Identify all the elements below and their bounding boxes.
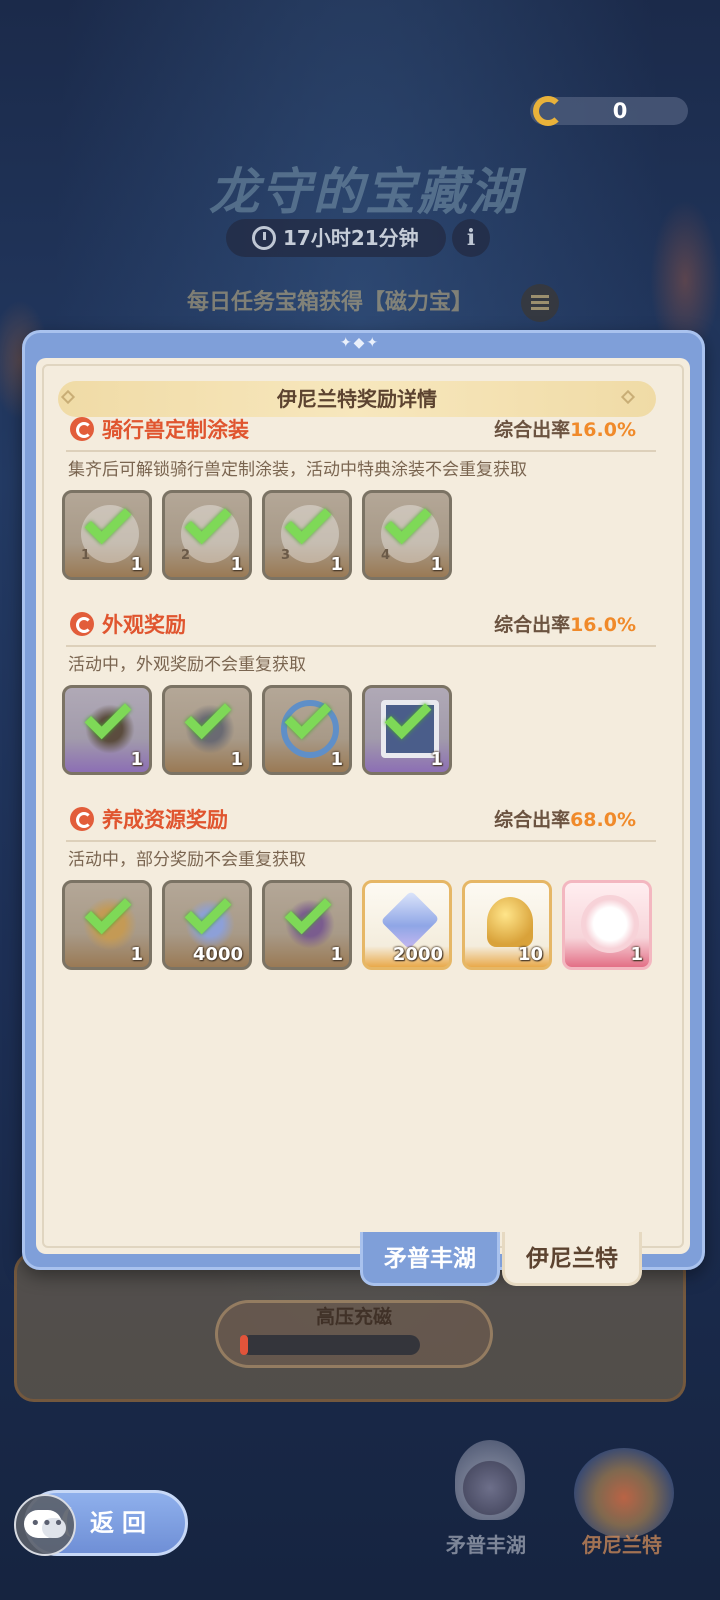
star-crystal-icon (380, 890, 440, 950)
item-quantity: 1 (130, 554, 143, 575)
section-icon (70, 807, 94, 831)
nav-item-mopufeng-lake[interactable]: 矛普丰湖 (416, 1530, 556, 1560)
reward-slot[interactable]: 1 (162, 685, 252, 775)
section-divider (66, 645, 656, 647)
chat-dots-icon: ••• (30, 1513, 65, 1534)
item-quantity: 1 (330, 749, 343, 770)
reward-slot[interactable]: 1 (562, 880, 652, 970)
section-rate: 综合出率68.0% (494, 809, 636, 831)
section-description: 活动中，部分奖励不会重复获取 (68, 850, 306, 870)
item-quantity: 1 (430, 554, 443, 575)
dragon-orb-icon[interactable] (574, 1448, 674, 1538)
item-quantity: 10 (517, 944, 543, 965)
event-title: 龙守的宝藏湖 (209, 163, 521, 221)
section-divider (66, 450, 656, 452)
item-quantity: 1 (630, 944, 643, 965)
dialog-title: 伊尼兰特奖励详情 (277, 387, 437, 411)
info-button[interactable]: i (452, 219, 490, 257)
item-quantity: 1 (330, 944, 343, 965)
magnet-coin-icon (533, 96, 563, 126)
item-index: 1 (81, 548, 91, 563)
item-quantity: 1 (130, 944, 143, 965)
countdown-timer: 17小时21分钟 (283, 226, 419, 250)
section-title: 养成资源奖励 (102, 808, 228, 832)
daily-task-tip: 每日任务宝箱获得【磁力宝】 (186, 290, 473, 315)
golden-bell-icon (487, 897, 533, 947)
item-quantity: 1 (130, 749, 143, 770)
item-quantity: 2000 (392, 944, 443, 965)
sparkle-ornament-icon: ✦◆✦ (339, 335, 381, 351)
tab-mopufeng-lake[interactable]: 矛普丰湖 (360, 1232, 500, 1286)
section-rate: 综合出率16.0% (494, 419, 636, 441)
pearl-shell-icon[interactable] (455, 1440, 525, 1520)
reward-slot[interactable]: 4000 (162, 880, 252, 970)
reward-slot[interactable]: 2000 (362, 880, 452, 970)
reward-slot[interactable]: 10 (462, 880, 552, 970)
coin-value: 0 (612, 99, 628, 123)
section-divider (66, 840, 656, 842)
charge-progress-fill (240, 1335, 248, 1355)
section-description: 活动中，外观奖励不会重复获取 (68, 655, 306, 675)
reward-slot[interactable]: 1 (62, 685, 152, 775)
item-quantity: 1 (330, 554, 343, 575)
item-index: 2 (181, 548, 191, 563)
section-icon (70, 417, 94, 441)
section-description: 集齐后可解锁骑行兽定制涂装，活动中特典涂装不会重复获取 (68, 460, 527, 480)
tab-yinilante[interactable]: 伊尼兰特 (502, 1232, 642, 1286)
section-rate: 综合出率16.0% (494, 614, 636, 636)
item-index: 4 (381, 548, 391, 563)
section-title: 外观奖励 (102, 613, 186, 637)
charge-progress-track (240, 1335, 420, 1355)
item-quantity: 1 (430, 749, 443, 770)
nav-item-yinilante[interactable]: 伊尼兰特 (552, 1530, 692, 1560)
clock-icon (252, 226, 276, 250)
reward-slot[interactable]: 2 1 (162, 490, 252, 580)
item-index: 3 (281, 548, 291, 563)
item-quantity: 4000 (192, 944, 243, 965)
back-label: 返回 (90, 1509, 154, 1537)
reward-slot[interactable]: 1 (362, 685, 452, 775)
section-title: 骑行兽定制涂装 (102, 418, 249, 442)
charge-label: 高压充磁 (315, 1306, 392, 1328)
reward-slot[interactable]: 1 (262, 685, 352, 775)
reward-slot[interactable]: 1 (62, 880, 152, 970)
section-icon (70, 612, 94, 636)
reward-slot[interactable]: 1 1 (62, 490, 152, 580)
list-icon[interactable] (521, 284, 559, 322)
reward-slot[interactable]: 3 1 (262, 490, 352, 580)
item-quantity: 1 (230, 554, 243, 575)
item-quantity: 1 (230, 749, 243, 770)
reward-slot[interactable]: 1 (262, 880, 352, 970)
reward-slot[interactable]: 4 1 (362, 490, 452, 580)
